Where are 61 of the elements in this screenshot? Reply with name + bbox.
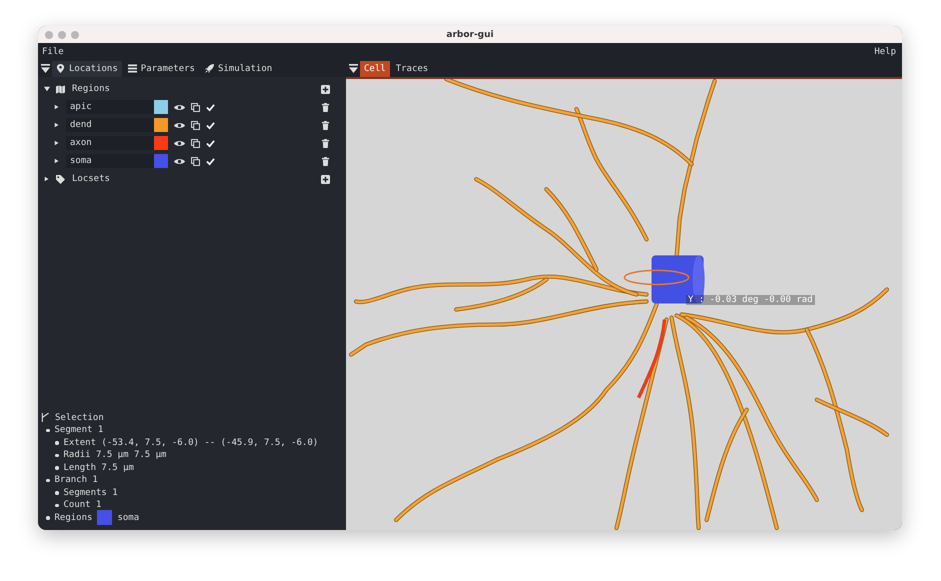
bullet-icon	[46, 478, 50, 482]
pin-icon	[56, 64, 65, 73]
help-menu[interactable]: Help	[874, 46, 896, 56]
eye-icon[interactable]	[174, 102, 185, 112]
tag-icon	[56, 174, 65, 184]
collapsed-triangle-icon[interactable]	[54, 140, 60, 146]
file-menu[interactable]: File	[42, 46, 64, 56]
trash-icon[interactable]	[321, 138, 330, 148]
selection-item: Segment 1	[54, 425, 104, 436]
rotation-readout: Y : -0.03 deg -0.00 rad	[686, 295, 815, 305]
bullet-icon	[55, 466, 58, 470]
view-tab[interactable]: Cell	[360, 60, 390, 76]
trash-icon[interactable]	[321, 156, 330, 166]
expanded-triangle-icon[interactable]	[44, 86, 50, 92]
panel-tab[interactable]: Locations	[52, 60, 122, 76]
selection-detail: Segments 1	[64, 488, 118, 498]
collapsed-triangle-icon[interactable]	[54, 158, 60, 164]
eye-icon[interactable]	[174, 120, 185, 130]
selection-header: Selection	[55, 412, 104, 423]
bullet-icon	[55, 504, 58, 507]
bullet-icon	[55, 491, 58, 494]
color-swatch[interactable]	[154, 154, 168, 168]
dropdown-icon[interactable]	[41, 64, 50, 73]
selection-detail: Count 1	[64, 500, 102, 510]
list-icon	[128, 64, 137, 73]
color-swatch[interactable]	[154, 118, 168, 132]
add-icon[interactable]	[321, 174, 330, 184]
bullet-icon	[55, 454, 58, 457]
bullet-icon	[46, 428, 50, 432]
collapsed-triangle-icon[interactable]	[54, 104, 60, 110]
panel-tab[interactable]: Simulation	[200, 60, 276, 76]
color-swatch[interactable]	[154, 100, 168, 114]
bullet-icon	[55, 441, 58, 444]
trash-icon[interactable]	[321, 102, 330, 112]
view-tab[interactable]: Traces	[392, 60, 432, 76]
dropdown-icon[interactable]	[349, 64, 358, 73]
collapsed-triangle-icon[interactable]	[44, 176, 50, 182]
selection-detail: Radii 7.5 µm 7.5 µm	[64, 450, 166, 460]
map-icon	[56, 84, 65, 94]
region-name-field[interactable]: apic	[66, 100, 154, 114]
color-swatch[interactable]	[154, 136, 168, 150]
selection-detail: Length 7.5 µm	[64, 462, 134, 473]
panel-tab[interactable]: Parameters	[124, 60, 199, 76]
eye-icon[interactable]	[174, 138, 185, 148]
selection-detail: Extent (-53.4, 7.5, -6.0) -- (-45.9, 7.5, -6.0)	[64, 438, 318, 448]
region-name-field[interactable]: soma	[66, 154, 154, 168]
bullet-icon	[46, 516, 50, 520]
region-name-field[interactable]: axon	[66, 136, 154, 150]
rocket-icon	[204, 64, 214, 73]
regions-header[interactable]: Regions	[71, 84, 111, 94]
selection-item: Regions	[54, 512, 92, 523]
region-name-field[interactable]: dend	[66, 118, 154, 132]
collapsed-triangle-icon[interactable]	[54, 122, 60, 128]
add-icon[interactable]	[321, 84, 330, 94]
pointer-icon	[41, 413, 50, 422]
selection-item: Branch 1	[54, 475, 98, 486]
region-value: soma	[117, 512, 140, 523]
window-title: arbor-gui	[445, 30, 495, 40]
trash-icon[interactable]	[321, 120, 330, 130]
locsets-header[interactable]: Locsets	[71, 174, 111, 184]
eye-icon[interactable]	[174, 156, 185, 166]
